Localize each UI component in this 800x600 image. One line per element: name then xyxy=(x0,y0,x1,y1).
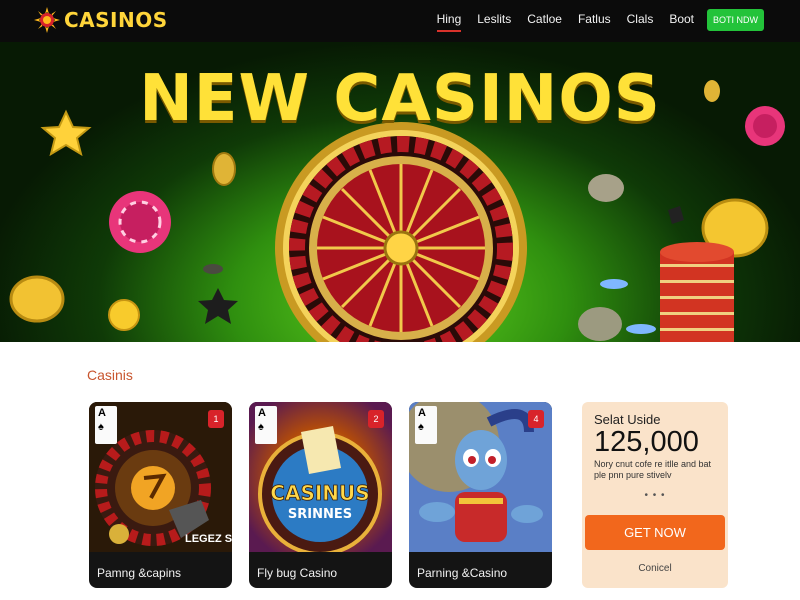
playing-card-icon: A ♠ xyxy=(255,406,277,444)
playing-card-icon: A ♠ xyxy=(95,406,117,444)
promo-amount: 125,000 xyxy=(594,426,699,458)
gem-icon xyxy=(626,324,656,334)
star-icon xyxy=(198,288,238,324)
art-text: LEGEZ STYLE xyxy=(185,533,232,545)
card-caption: Pamng &capins xyxy=(97,566,182,580)
join-now-button[interactable]: BOTI NDW xyxy=(707,9,764,31)
promo-description: Nory cnut cofe re itlle and bat ple pnn … xyxy=(594,459,712,480)
ace-suit: ♠ xyxy=(418,421,424,433)
chip-icon xyxy=(588,174,624,202)
casino-card[interactable]: LEGEZ STYLE A♠ 1 Pamng &capins xyxy=(89,402,232,588)
art-text: SRINNES xyxy=(288,507,352,522)
coin-icon xyxy=(9,275,65,323)
rank-badge: 2 xyxy=(368,410,384,428)
get-now-button[interactable]: GET NOW xyxy=(585,515,725,550)
promo-title: Selat Uside xyxy=(594,412,661,427)
nav-link-catloe[interactable]: Catloe xyxy=(527,12,562,32)
ace-rank: A xyxy=(418,407,426,419)
rank-badge: 4 xyxy=(528,410,544,428)
rank-badge: 1 xyxy=(208,410,224,428)
hero-title: NEW CASINOS xyxy=(139,62,661,136)
pagination-dots[interactable]: • • • xyxy=(582,490,728,501)
ace-rank: A xyxy=(258,407,266,419)
hero-banner[interactable]: NEW CASINOS xyxy=(0,42,800,342)
chip-icon xyxy=(578,307,622,341)
brand-logo[interactable]: CASINOS xyxy=(34,7,168,33)
chip-icon xyxy=(109,191,171,253)
ace-suit: ♠ xyxy=(258,421,264,433)
playing-card-icon: A ♠ xyxy=(415,406,437,444)
section-title: Casinis xyxy=(87,367,133,383)
card-caption: Parning &Casino xyxy=(417,566,508,580)
nav-link-hing[interactable]: Hing xyxy=(436,12,461,32)
coin-icon xyxy=(212,152,236,186)
nav-link-leslits[interactable]: Leslits xyxy=(477,12,511,32)
nav-link-boot[interactable]: Boot xyxy=(669,12,694,32)
card-caption: Fly bug Casino xyxy=(257,566,338,580)
nav-link-clals[interactable]: Clals xyxy=(627,12,654,32)
cancel-link[interactable]: Conicel xyxy=(582,563,728,574)
ace-suit: ♠ xyxy=(98,421,104,433)
art-text: CASINUS xyxy=(270,481,369,505)
chip-icon xyxy=(203,264,223,274)
nav-links: Hing Leslits Catloe Fatlus Clals Boot xyxy=(436,12,694,32)
gem-icon xyxy=(600,279,628,289)
ace-rank: A xyxy=(98,407,106,419)
brand-name: CASINOS xyxy=(64,8,168,32)
chip-stack-icon xyxy=(660,242,734,342)
coin-icon xyxy=(108,299,140,331)
bonus-promo-panel: Selat Uside 125,000 Nory cnut cofe re it… xyxy=(582,402,728,588)
chip-icon xyxy=(668,206,684,224)
roulette-wheel-icon xyxy=(275,122,527,342)
casino-card[interactable]: A ♠ 4 Parning &Casino xyxy=(409,402,552,588)
roulette-logo-icon xyxy=(34,7,60,33)
top-navigation: CASINOS Hing Leslits Catloe Fatlus Clals… xyxy=(0,0,800,42)
nav-link-fatlus[interactable]: Fatlus xyxy=(578,12,611,32)
casino-card[interactable]: CASINUS SRINNES A ♠ 2 Fly bug Casino xyxy=(249,402,392,588)
